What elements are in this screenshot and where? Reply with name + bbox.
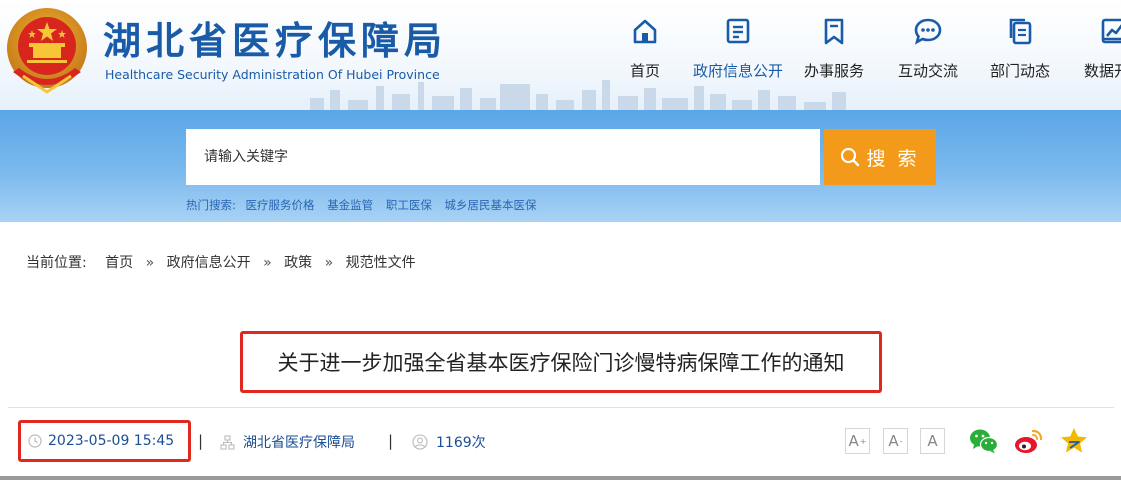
breadcrumb-separator: » (145, 255, 155, 271)
site-title: 湖北省医疗保障局 (103, 18, 448, 63)
site-header: 湖北省医疗保障局 Healthcare Security Administrat… (0, 0, 1121, 110)
article-title: 关于进一步加强全省基本医疗保险门诊慢特病保障工作的通知 (277, 351, 845, 375)
hot-searches: 热门搜索: 医疗服务价格 基金监管 职工医保 城乡居民基本医保 (186, 197, 546, 213)
user-icon (412, 434, 428, 450)
search-input[interactable] (186, 129, 820, 185)
font-size-large-button[interactable]: A + (845, 428, 870, 454)
nav-item-label: 互动交流 (897, 62, 958, 80)
breadcrumb-label: 当前位置: (26, 255, 87, 271)
font-size-medium-label: A (888, 432, 899, 450)
breadcrumb-separator: » (263, 255, 272, 271)
breadcrumb-item[interactable]: 规范性文件 (346, 255, 416, 271)
view-count-text: 1169次 (436, 435, 486, 451)
search-icon (841, 147, 860, 167)
article-source: 湖北省医疗保障局 (220, 432, 355, 452)
meta-divider: | (388, 432, 394, 450)
star-icon[interactable] (1058, 425, 1090, 457)
search-button[interactable]: 搜 索 (824, 129, 936, 185)
copy-icon (1009, 18, 1032, 45)
breadcrumb-item[interactable]: 政策 (284, 255, 312, 271)
wechat-icon[interactable] (968, 425, 1000, 457)
chart-icon (1101, 18, 1121, 44)
breadcrumb: 当前位置: 首页 » 政府信息公开 » 政策 » 规范性文件 (26, 252, 416, 272)
hot-search-link[interactable]: 城乡居民基本医保 (445, 198, 537, 212)
bottom-border (0, 476, 1121, 480)
publish-date-highlight: 2023-05-09 15:45 (18, 420, 191, 462)
article-source-text: 湖北省医疗保障局 (243, 435, 355, 451)
view-count: 1169次 (412, 432, 486, 452)
nav-item-label: 部门动态 (989, 62, 1050, 80)
site-subtitle: Healthcare Security Administration Of Hu… (105, 67, 440, 82)
main-nav: 首页 政府信息公开 办事服务 互动交流 部门动态 数据 (581, 0, 1121, 110)
nav-item-label: 政府信息公开 (692, 62, 783, 80)
nav-item-services[interactable]: 办事服务 (784, 10, 884, 90)
search-button-label: 搜 索 (866, 147, 920, 170)
weibo-icon[interactable] (1013, 425, 1045, 457)
nav-item-label: 办事服务 (803, 62, 864, 80)
nav-item-label: 首页 (629, 62, 660, 80)
hot-searches-label: 热门搜索: (186, 198, 236, 212)
hot-search-link[interactable]: 医疗服务价格 (246, 198, 315, 212)
search-banner: 搜 索 热门搜索: 医疗服务价格 基金监管 职工医保 城乡居民基本医保 (0, 110, 1121, 222)
nav-item-department-news[interactable]: 部门动态 (970, 10, 1070, 90)
font-size-large-label: A (848, 432, 859, 450)
breadcrumb-item[interactable]: 首页 (105, 255, 133, 271)
divider (8, 407, 1114, 408)
hot-search-link[interactable]: 基金监管 (327, 198, 373, 212)
breadcrumb-separator: » (324, 255, 334, 271)
publish-date: 2023-05-09 15:45 (48, 433, 175, 449)
font-size-small-label: A (927, 432, 938, 450)
nav-item-home[interactable]: 首页 (595, 10, 695, 90)
clock-icon (28, 434, 42, 448)
article-title-highlight: 关于进一步加强全省基本医疗保险门诊慢特病保障工作的通知 (240, 331, 882, 393)
meta-divider: | (198, 432, 204, 450)
hot-search-link[interactable]: 职工医保 (386, 198, 432, 212)
nav-item-open-data[interactable]: 数据开放 (1064, 10, 1121, 90)
font-size-medium-button[interactable]: A- (883, 428, 908, 454)
document-icon (726, 18, 750, 44)
home-icon (633, 19, 657, 44)
bookmark-icon (824, 18, 844, 45)
breadcrumb-item[interactable]: 政府信息公开 (167, 255, 251, 271)
nav-item-interaction[interactable]: 互动交流 (878, 10, 978, 90)
org-chart-icon (220, 434, 235, 450)
font-size-small-button[interactable]: A (920, 428, 945, 454)
nav-item-gov-info[interactable]: 政府信息公开 (688, 10, 788, 90)
nav-item-label: 数据开放 (1083, 62, 1121, 80)
chat-icon (914, 18, 942, 45)
national-emblem-icon (7, 8, 87, 94)
